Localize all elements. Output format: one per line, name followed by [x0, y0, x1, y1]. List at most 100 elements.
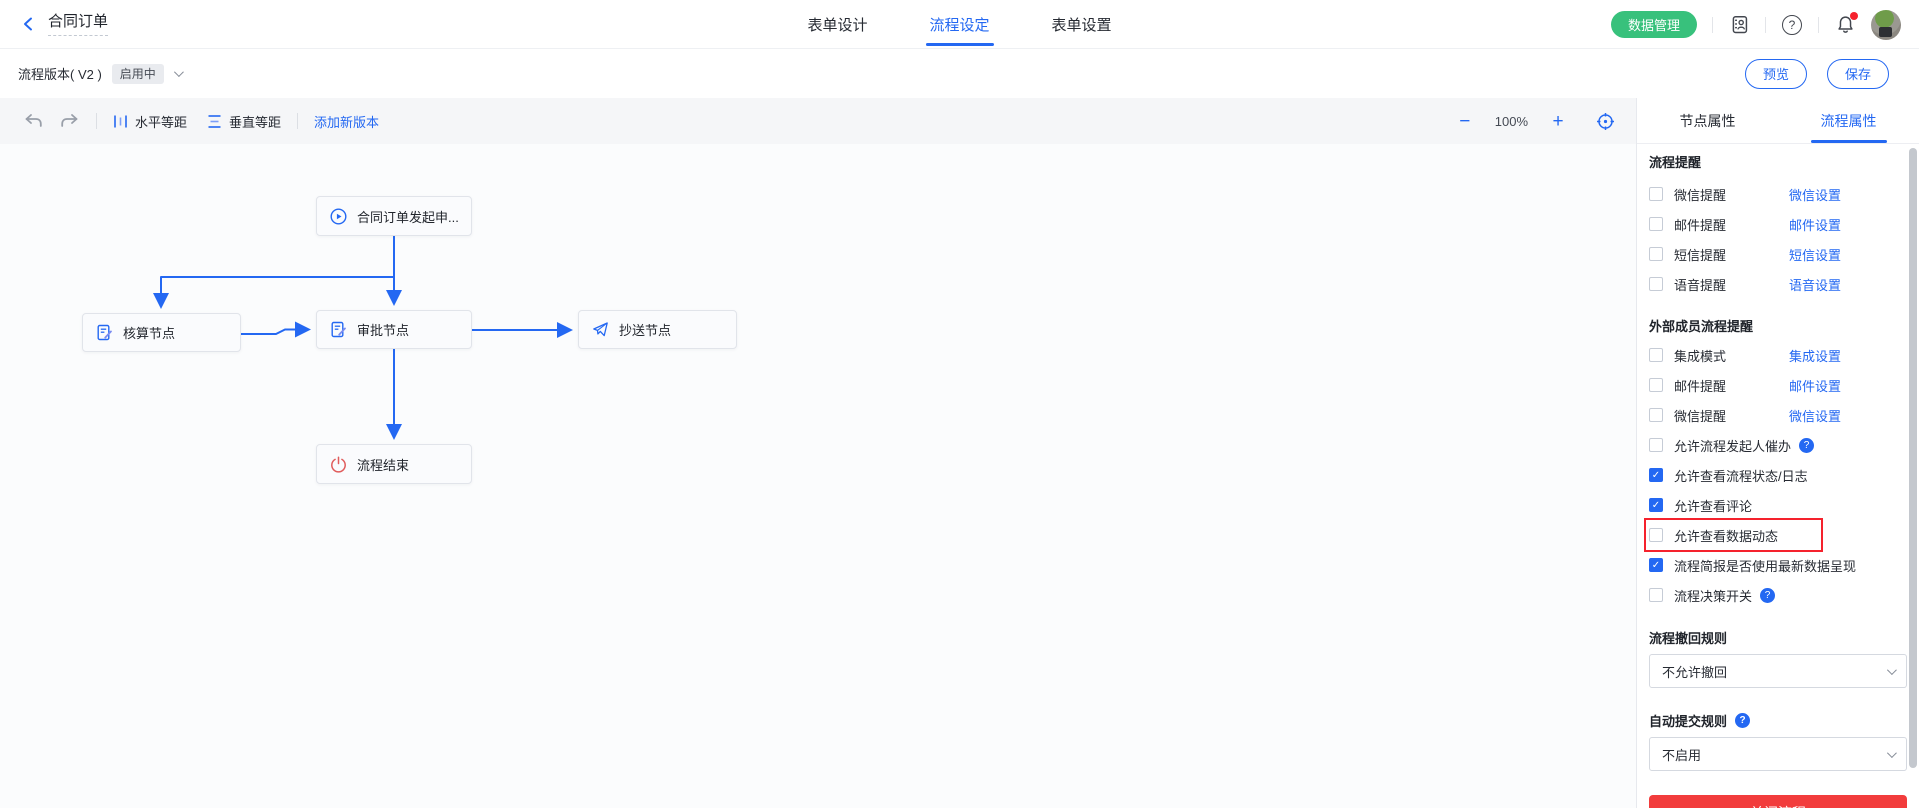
header-actions: 数据管理: [1611, 0, 1901, 49]
wechat-settings-link[interactable]: 微信设置: [1789, 406, 1841, 425]
tab-node-properties[interactable]: 节点属性: [1637, 98, 1778, 143]
integration-settings-link[interactable]: 集成设置: [1789, 346, 1841, 365]
row-label: 短信提醒: [1674, 245, 1789, 264]
add-new-version-link[interactable]: 添加新版本: [314, 112, 379, 131]
close-flow-button[interactable]: 关闭流程: [1649, 795, 1907, 808]
flow-node-accounting[interactable]: 核算节点: [82, 313, 241, 352]
checkbox[interactable]: [1649, 277, 1663, 291]
checkbox[interactable]: [1649, 247, 1663, 261]
back-button[interactable]: [18, 14, 38, 34]
chevron-down-icon[interactable]: [174, 67, 184, 77]
option-row-view-comments: 允许查看评论: [1649, 490, 1907, 520]
flow-version-label: 流程版本( V2 ): [18, 64, 102, 83]
vertical-spacing-icon: [207, 114, 222, 129]
chevron-down-icon: [1887, 748, 1897, 758]
contacts-icon[interactable]: [1728, 14, 1750, 36]
checkbox[interactable]: [1649, 187, 1663, 201]
horizontal-spacing-label: 水平等距: [135, 112, 187, 131]
user-avatar[interactable]: [1871, 10, 1901, 40]
select-value: 不允许撤回: [1662, 662, 1727, 681]
vertical-spacing-button[interactable]: 垂直等距: [207, 112, 281, 131]
chevron-left-icon: [22, 17, 34, 31]
tab-label: 流程属性: [1821, 111, 1877, 131]
checkbox[interactable]: [1649, 408, 1663, 422]
paper-plane-icon: [592, 321, 609, 338]
zoom-level: 100%: [1495, 114, 1528, 129]
active-tab-underline: [1811, 140, 1887, 143]
panel-scrollbar[interactable]: [1909, 148, 1917, 768]
tab-label: 表单设计: [807, 14, 867, 35]
status-badge: 启用中: [112, 64, 164, 84]
divider: [96, 113, 97, 129]
checkbox[interactable]: [1649, 468, 1663, 482]
tab-form-design[interactable]: 表单设计: [807, 0, 867, 48]
row-label: 语音提醒: [1674, 275, 1789, 294]
help-icon[interactable]: [1781, 14, 1803, 36]
redo-icon[interactable]: [58, 110, 80, 132]
section-title-recall-rule: 流程撤回规则: [1649, 622, 1907, 652]
checkbox[interactable]: [1649, 217, 1663, 231]
flow-node-cc[interactable]: 抄送节点: [578, 310, 737, 349]
row-label: 允许查看评论: [1674, 496, 1752, 515]
flow-node-start[interactable]: 合同订单发起申...: [316, 196, 472, 236]
panel-tabs: 节点属性 流程属性: [1637, 98, 1919, 144]
divider: [1765, 17, 1766, 33]
email-settings-link[interactable]: 邮件设置: [1789, 215, 1841, 234]
flow-version-group[interactable]: 流程版本( V2 ) 启用中: [0, 64, 181, 84]
locate-center-icon[interactable]: [1594, 110, 1616, 132]
sms-settings-link[interactable]: 短信设置: [1789, 245, 1841, 264]
zoom-controls: 100%: [1455, 98, 1616, 144]
save-button[interactable]: 保存: [1827, 59, 1889, 89]
page-title: 合同订单: [48, 12, 108, 36]
vertical-spacing-label: 垂直等距: [229, 112, 281, 131]
tab-flow-properties[interactable]: 流程属性: [1778, 98, 1919, 143]
power-icon: [330, 456, 347, 473]
section-label: 自动提交规则: [1649, 711, 1727, 730]
help-icon[interactable]: [1735, 713, 1750, 728]
zoom-out-button[interactable]: [1455, 112, 1475, 131]
help-icon[interactable]: [1799, 438, 1814, 453]
section-title-external-reminder: 外部成员流程提醒: [1649, 310, 1907, 340]
reminder-row-sms: 短信提醒 短信设置: [1649, 239, 1907, 269]
voice-settings-link[interactable]: 语音设置: [1789, 275, 1841, 294]
horizontal-spacing-icon: [113, 114, 128, 129]
flow-node-end[interactable]: 流程结束: [316, 444, 472, 484]
help-icon[interactable]: [1760, 588, 1775, 603]
app-window: 合同订单 表单设计 流程设定 表单设置 数据管理: [0, 0, 1919, 808]
header: 合同订单 表单设计 流程设定 表单设置 数据管理: [0, 0, 1919, 49]
canvas-toolbar: 水平等距 垂直等距 添加新版本 100%: [0, 98, 1636, 144]
tab-flow-settings[interactable]: 流程设定: [929, 0, 989, 48]
select-value: 不启用: [1662, 745, 1701, 764]
checkbox[interactable]: [1649, 588, 1663, 602]
tab-form-config[interactable]: 表单设置: [1052, 0, 1112, 48]
notification-red-dot: [1850, 12, 1858, 20]
tab-label: 流程设定: [929, 14, 989, 35]
preview-button[interactable]: 预览: [1745, 59, 1807, 89]
notifications-bell-icon[interactable]: [1834, 14, 1856, 36]
row-label: 集成模式: [1674, 346, 1789, 365]
checkbox[interactable]: [1649, 498, 1663, 512]
data-manage-button[interactable]: 数据管理: [1611, 11, 1697, 38]
row-label: 允许查看流程状态/日志: [1674, 466, 1808, 485]
checkbox[interactable]: [1649, 528, 1663, 542]
row-label: 微信提醒: [1674, 406, 1789, 425]
recall-rule-select[interactable]: 不允许撤回: [1649, 654, 1907, 688]
checkbox[interactable]: [1649, 378, 1663, 392]
zoom-in-button[interactable]: [1548, 112, 1568, 131]
horizontal-spacing-button[interactable]: 水平等距: [113, 112, 187, 131]
flow-editor-region: 水平等距 垂直等距 添加新版本 100%: [0, 98, 1636, 808]
active-tab-underline: [925, 43, 993, 46]
node-label: 审批节点: [357, 320, 409, 339]
checkbox[interactable]: [1649, 558, 1663, 572]
auto-submit-select[interactable]: 不启用: [1649, 737, 1907, 771]
flow-node-approval[interactable]: 审批节点: [316, 310, 472, 349]
properties-panel: 节点属性 流程属性 流程提醒 微信提醒 微信设置 邮件提醒 邮件设置: [1636, 98, 1919, 808]
external-row-wechat: 微信提醒 微信设置: [1649, 400, 1907, 430]
email-settings-link[interactable]: 邮件设置: [1789, 376, 1841, 395]
checkbox[interactable]: [1649, 438, 1663, 452]
main-tabs: 表单设计 流程设定 表单设置: [807, 0, 1111, 48]
wechat-settings-link[interactable]: 微信设置: [1789, 185, 1841, 204]
flow-canvas[interactable]: 合同订单发起申... 核算节点: [0, 144, 1636, 808]
checkbox[interactable]: [1649, 348, 1663, 362]
undo-icon[interactable]: [22, 110, 44, 132]
